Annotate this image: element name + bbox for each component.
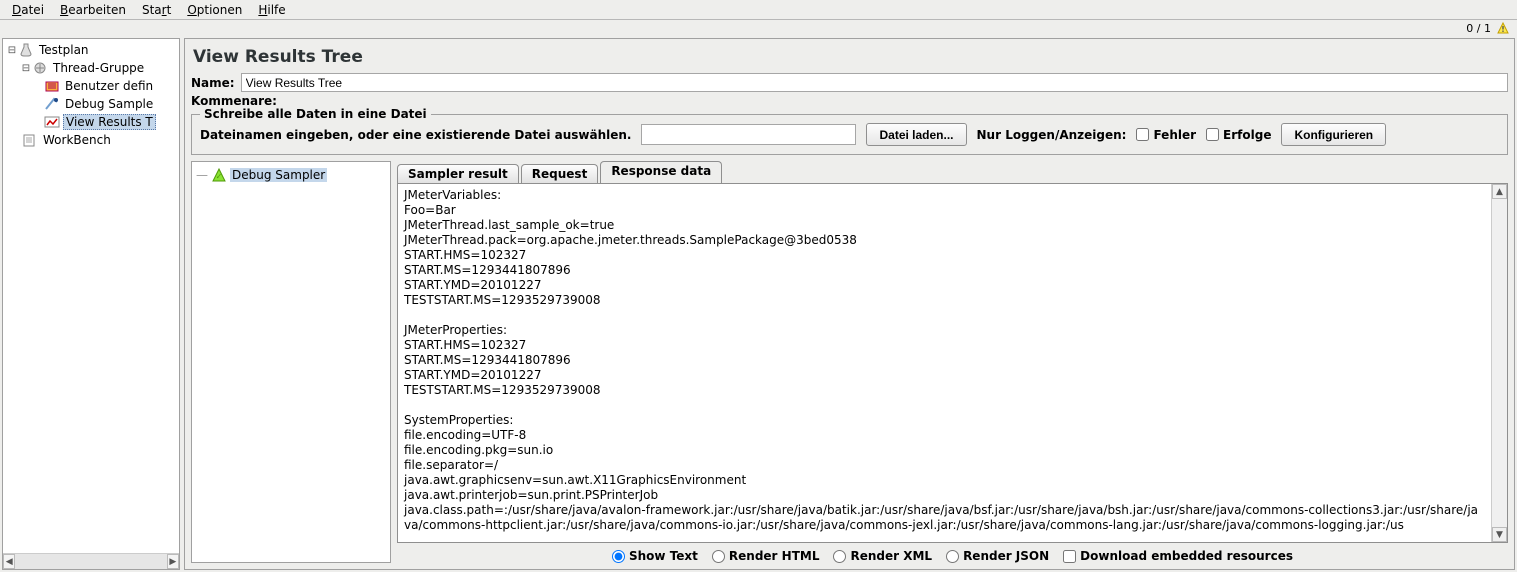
result-tree-item[interactable]: — ✓ Debug Sampler	[196, 166, 386, 184]
horizontal-scrollbar[interactable]: ◀ ▶	[3, 553, 179, 569]
tree-label: Thread-Gruppe	[51, 61, 146, 75]
result-label: Debug Sampler	[230, 168, 327, 182]
result-tabs-area: Sampler result Request Response data JMe…	[397, 161, 1508, 563]
scroll-up-icon[interactable]: ▲	[1492, 184, 1507, 199]
menu-optionen[interactable]: Optionen	[183, 2, 246, 18]
result-tabs: Sampler result Request Response data	[397, 161, 1508, 183]
tree-label: WorkBench	[41, 133, 113, 147]
success-icon: ✓	[212, 168, 226, 182]
filename-prompt: Dateinamen eingeben, oder eine existiere…	[200, 128, 631, 142]
thread-group-icon	[31, 60, 49, 76]
render-show-text[interactable]: Show Text	[612, 549, 698, 563]
view-results-icon	[43, 114, 61, 130]
response-text-area[interactable]: JMeterVariables: Foo=Bar JMeterThread.la…	[398, 184, 1491, 542]
tree-handle-icon[interactable]: ⊟	[7, 45, 17, 56]
test-plan-tree[interactable]: ⊟ Testplan ⊟ Thread-Gruppe Benutzer defi…	[3, 39, 179, 553]
success-checkbox[interactable]: Erfolge	[1206, 128, 1271, 142]
name-input[interactable]	[241, 73, 1508, 92]
warning-icon	[1497, 22, 1509, 34]
tree-node-user-vars[interactable]: Benutzer defin	[3, 77, 179, 95]
user-vars-icon	[43, 78, 61, 94]
render-html[interactable]: Render HTML	[712, 549, 820, 563]
result-tree[interactable]: — ✓ Debug Sampler	[191, 161, 391, 563]
workbench-icon	[21, 132, 39, 148]
tree-label: Testplan	[37, 43, 91, 57]
tree-node-workbench[interactable]: WorkBench	[3, 131, 179, 149]
tree-node-thread-group[interactable]: ⊟ Thread-Gruppe	[3, 59, 179, 77]
tab-sampler-result[interactable]: Sampler result	[397, 164, 519, 183]
thread-counter: 0 / 1	[1466, 22, 1491, 35]
tree-handle-icon[interactable]: ⊟	[21, 63, 31, 74]
scroll-down-icon[interactable]: ▼	[1492, 527, 1507, 542]
tab-request[interactable]: Request	[521, 164, 599, 183]
panel-title: View Results Tree	[193, 47, 1508, 67]
tree-node-debug-sampler[interactable]: Debug Sample	[3, 95, 179, 113]
render-xml[interactable]: Render XML	[833, 549, 932, 563]
load-file-button[interactable]: Datei laden...	[866, 123, 966, 146]
fieldset-legend: Schreibe alle Daten in eine Datei	[200, 107, 431, 121]
comment-label: Kommenare:	[191, 94, 277, 108]
tree-label: Benutzer defin	[63, 79, 155, 93]
flask-icon	[17, 42, 35, 58]
menu-start[interactable]: Start	[138, 2, 175, 18]
render-options: Show Text Render HTML Render XML Render …	[397, 543, 1508, 563]
errors-checkbox[interactable]: Fehler	[1136, 128, 1196, 142]
render-json[interactable]: Render JSON	[946, 549, 1049, 563]
editor-pane: View Results Tree Name: Kommenare: Schre…	[184, 38, 1515, 570]
tree-label: View Results T	[63, 114, 156, 130]
download-embedded-checkbox[interactable]: Download embedded resources	[1063, 549, 1293, 563]
response-data-panel: JMeterVariables: Foo=Bar JMeterThread.la…	[397, 183, 1508, 543]
configure-button[interactable]: Konfigurieren	[1281, 123, 1386, 146]
debug-sampler-icon	[43, 96, 61, 112]
comment-row: Kommenare:	[191, 94, 1508, 108]
tree-node-testplan[interactable]: ⊟ Testplan	[3, 41, 179, 59]
name-row: Name:	[191, 73, 1508, 92]
menu-bearbeiten[interactable]: Bearbeiten	[56, 2, 130, 18]
test-plan-tree-pane: ⊟ Testplan ⊟ Thread-Gruppe Benutzer defi…	[2, 38, 180, 570]
tree-label: Debug Sample	[63, 97, 155, 111]
filename-input[interactable]	[641, 124, 856, 145]
svg-text:✓: ✓	[216, 172, 223, 181]
menu-hilfe[interactable]: Hilfe	[254, 2, 289, 18]
name-label: Name:	[191, 76, 235, 90]
counter-row: 0 / 1	[0, 20, 1517, 36]
write-results-fieldset: Schreibe alle Daten in eine Datei Datein…	[191, 114, 1508, 155]
log-display-label: Nur Loggen/Anzeigen:	[977, 128, 1127, 142]
menu-datei[interactable]: Datei	[8, 2, 48, 18]
tree-branch-icon: —	[196, 168, 208, 182]
tab-response-data[interactable]: Response data	[600, 161, 722, 183]
tree-node-view-results[interactable]: View Results T	[3, 113, 179, 131]
menubar: Datei Bearbeiten Start Optionen Hilfe	[0, 0, 1517, 20]
vertical-scrollbar[interactable]: ▲ ▼	[1491, 184, 1507, 542]
